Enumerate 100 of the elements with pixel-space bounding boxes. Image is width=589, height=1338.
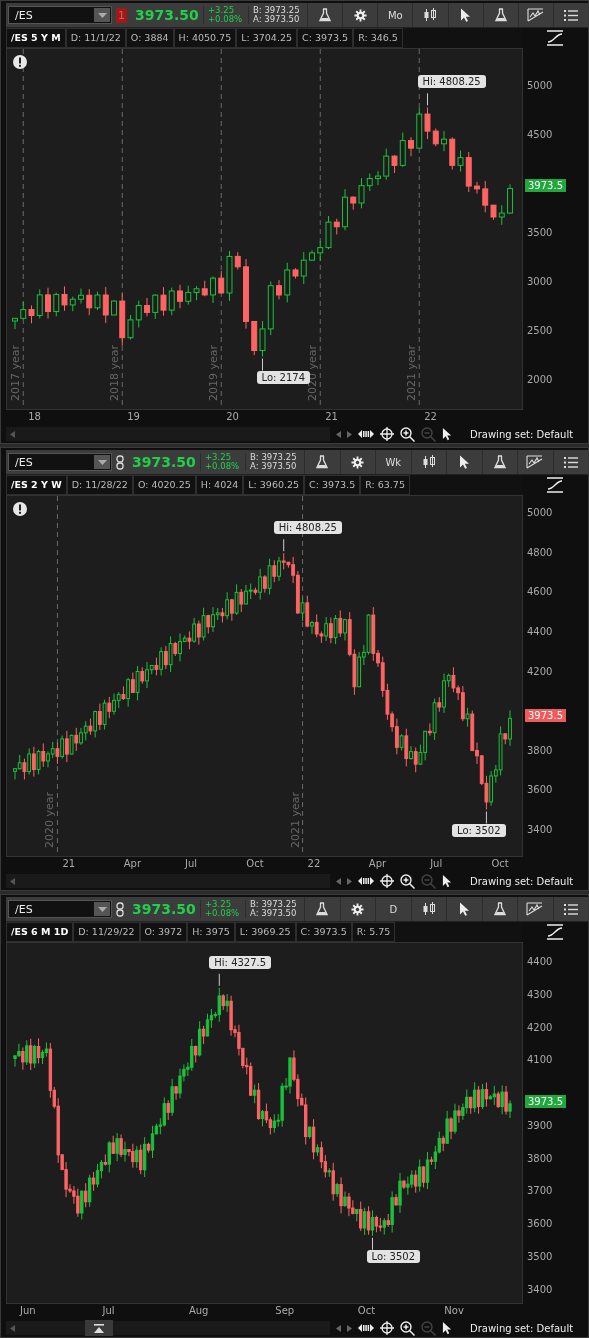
curve-icon[interactable] (545, 477, 565, 493)
scroll-left-icon[interactable] (336, 877, 341, 885)
bid-price: B: 3973.25 (250, 453, 298, 462)
scroll-right-icon[interactable] (347, 877, 352, 885)
flask-icon (316, 455, 329, 469)
scroll-left-icon[interactable] (336, 430, 341, 438)
ohlc-value: L: 3960.25 (243, 475, 305, 495)
dropdown-button[interactable] (94, 902, 110, 916)
scrollbar[interactable] (6, 874, 330, 889)
axis-label: 5000 (527, 79, 553, 91)
collapse-icon (94, 1323, 104, 1333)
axis-label: 4200 (527, 1021, 553, 1033)
axis-label: 22 (307, 858, 321, 869)
axis-label: 3500 (527, 226, 553, 238)
drawing-set-menu[interactable]: Drawing set: Default (470, 1322, 574, 1334)
price-tag: 3973.5 (525, 179, 566, 193)
dropdown-button[interactable] (94, 8, 110, 22)
ohlc-value: D: 11/1/22 (65, 28, 126, 48)
chart-title: /ES 5 Y M (6, 28, 66, 48)
crosshair-icon[interactable] (380, 1321, 394, 1336)
axis-label: Jul (185, 858, 198, 869)
link-icon (116, 901, 124, 917)
net-change: +3.25 (208, 6, 236, 15)
cursor-icon[interactable] (442, 1321, 452, 1336)
last-price: 3973.50 (131, 901, 197, 917)
axis-label: Apr (123, 858, 141, 869)
period-button[interactable]: Mo (377, 3, 413, 27)
zoom-in-icon[interactable] (400, 1320, 415, 1336)
net-change: +3.25 (205, 900, 233, 909)
zoom-in-icon[interactable] (400, 426, 415, 442)
scroll-right-icon[interactable] (347, 1324, 352, 1332)
scroll-right-icon[interactable] (347, 430, 352, 438)
axis-label: 3400 (527, 824, 553, 835)
axis-label: 4400 (527, 625, 553, 637)
cursor-icon[interactable] (442, 427, 452, 442)
axis-label: Oct (246, 858, 264, 869)
high-label: Hi: 4327.5 (209, 955, 272, 969)
curve-icon[interactable] (545, 924, 565, 940)
axis-label: 2000 (527, 374, 553, 386)
axis-label: 22 (424, 411, 437, 422)
pan-icon[interactable] (358, 876, 374, 887)
axis-label: Nov (444, 1305, 464, 1316)
bid-price: B: 3973.25 (253, 6, 301, 15)
list-icon (563, 9, 578, 21)
period-button[interactable]: Wk (375, 450, 411, 474)
leader-line (485, 811, 487, 824)
drawing-set-menu[interactable]: Drawing set: Default (470, 875, 574, 887)
price-tag: 3973.5 (525, 1094, 566, 1108)
flask-icon (316, 902, 329, 916)
period-button[interactable]: D (375, 897, 411, 921)
symbol-field[interactable]: /ES (8, 6, 112, 24)
dropdown-button[interactable] (94, 455, 110, 469)
ohlc-value: C: 3973.5 (295, 922, 352, 942)
axis-label: 18 (28, 411, 41, 422)
alert-icon[interactable] (13, 502, 27, 516)
axis-label: 4500 (527, 128, 553, 140)
axis-label: 3800 (527, 744, 553, 756)
link-button[interactable] (116, 454, 124, 470)
cursor-icon[interactable] (442, 874, 452, 889)
link-button[interactable] (116, 901, 124, 917)
axis-label: Apr (368, 858, 387, 869)
axis-label: 21 (62, 858, 76, 869)
leader-line (372, 1237, 373, 1251)
pan-icon[interactable] (358, 429, 374, 440)
crosshair-icon[interactable] (380, 427, 394, 442)
year-marker: 2018 year (108, 344, 122, 401)
chart-plot-area[interactable]: 2020 year 2021 year Hi: 4808.25 Lo: 3502 (6, 495, 523, 857)
ohlc-value: R: 346.5 (353, 28, 403, 48)
drawing-tools-icon (526, 455, 545, 469)
drawing-set-menu[interactable]: Drawing set: Default (470, 428, 574, 440)
ohlc-value: R: 63.75 (360, 475, 410, 495)
crosshair-icon[interactable] (380, 874, 394, 889)
axis-label: Aug (188, 1305, 209, 1316)
year-marker: 2017 year (9, 344, 23, 401)
alert-icon[interactable] (13, 55, 27, 69)
axis-label: 4300 (527, 988, 553, 1000)
leader-line (262, 358, 263, 372)
axis-label: Oct (491, 858, 509, 869)
collapse-button[interactable] (85, 1320, 113, 1337)
zoom-in-icon[interactable] (400, 873, 415, 889)
percent-change: +0.08% (205, 462, 241, 471)
axis-label: 5000 (527, 507, 553, 518)
curve-icon[interactable] (545, 30, 565, 46)
scroll-left-icon[interactable] (336, 1324, 341, 1332)
drawing-tools-icon (526, 902, 545, 916)
axis-label: Jun (20, 1305, 36, 1316)
symbol-field[interactable]: /ES (8, 453, 112, 471)
last-price: 3973.50 (134, 7, 200, 23)
symbol-field[interactable]: /ES (8, 900, 112, 918)
ask-price: A: 3973.50 (253, 15, 301, 24)
year-marker: 2019 year (207, 344, 221, 401)
price-tag: 3973.5 (525, 709, 566, 723)
chart-plot-area[interactable]: Hi: 4327.5 Lo: 3502 (6, 942, 523, 1304)
flask-icon (493, 902, 506, 916)
pan-icon[interactable] (358, 1323, 374, 1334)
ohlc-value: O: 3884 (125, 28, 174, 48)
scrollbar[interactable] (6, 427, 330, 442)
scrollbar[interactable] (6, 1321, 330, 1336)
year-marker: 2020 year (43, 791, 57, 848)
caret-icon (97, 459, 107, 465)
